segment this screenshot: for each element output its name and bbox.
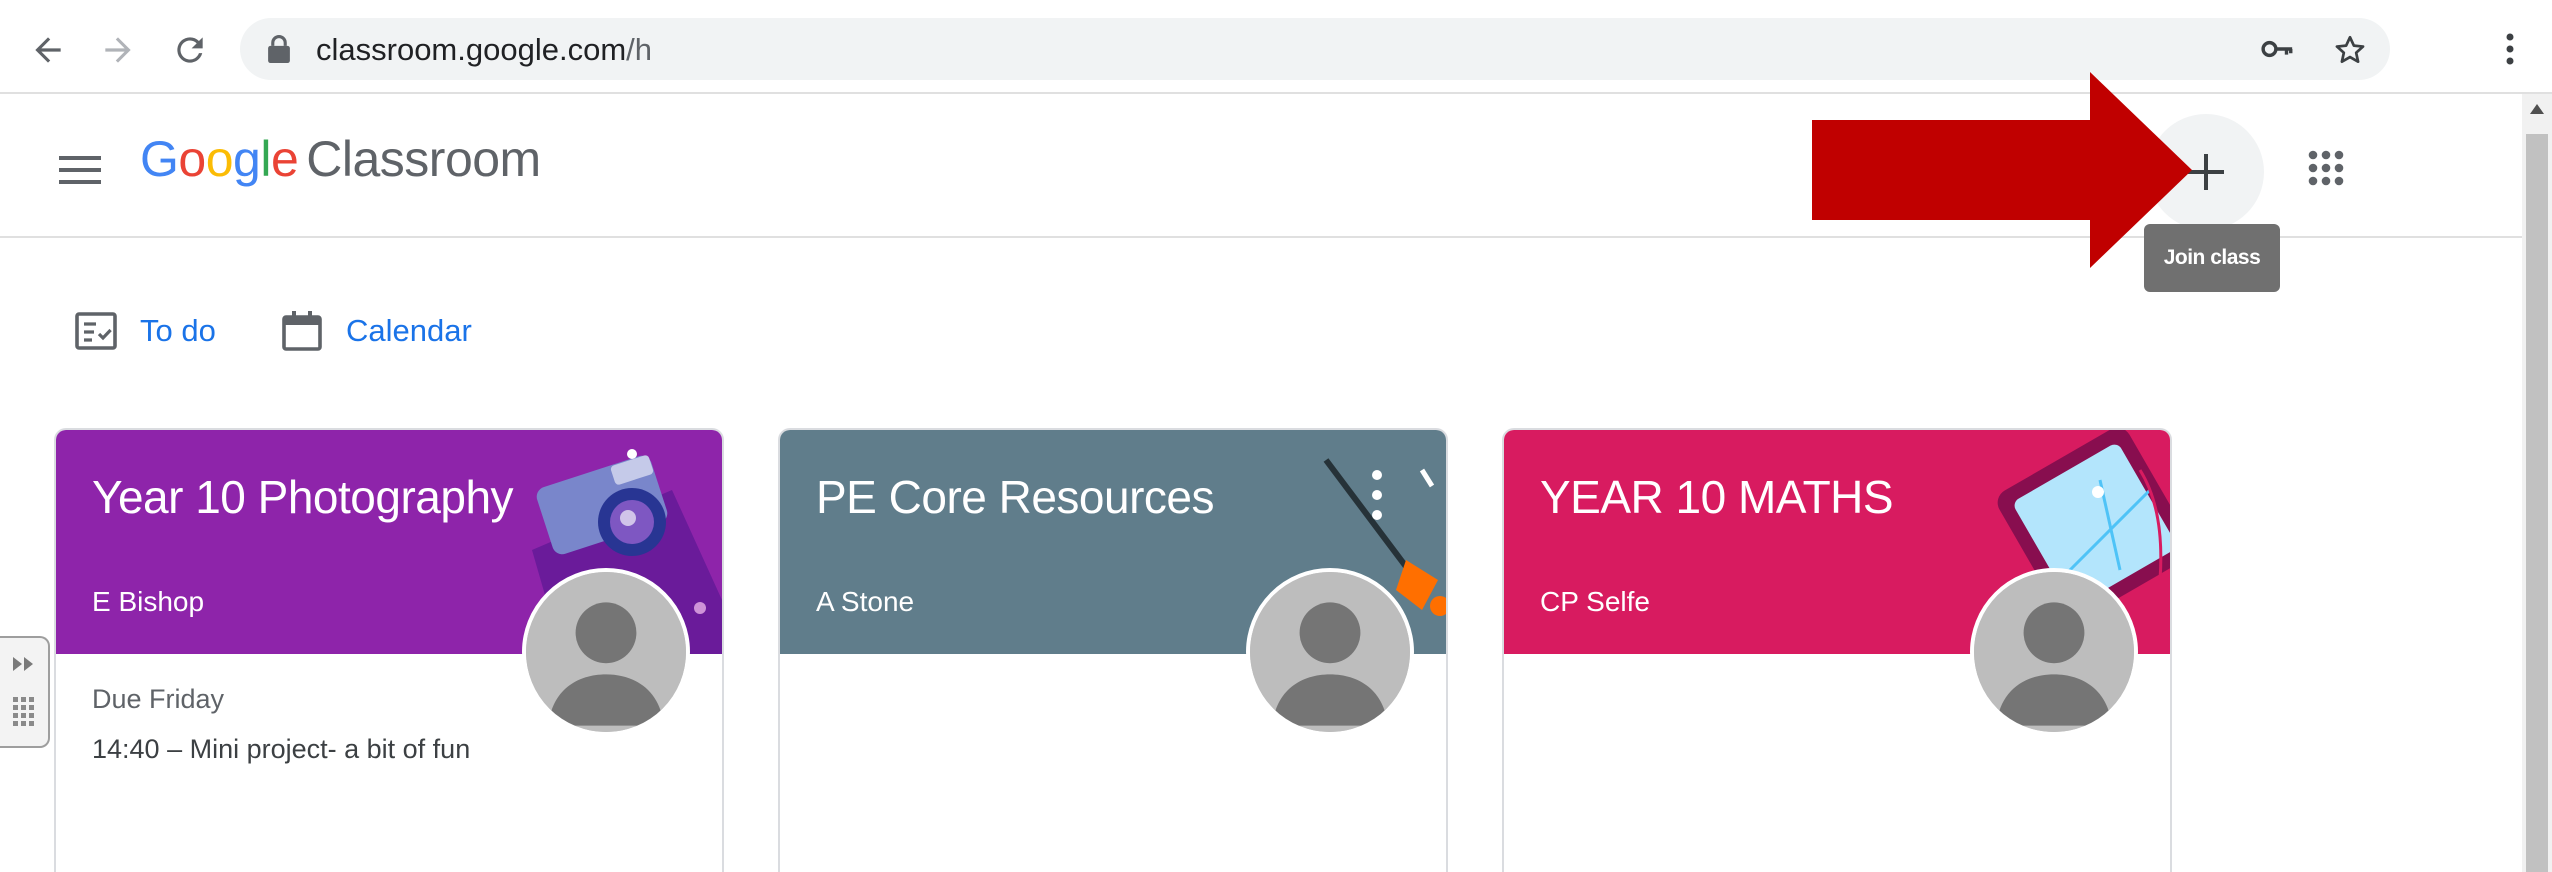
hamburger-menu-icon [59,156,101,184]
address-bar[interactable]: classroom.google.com/h [240,18,2390,80]
key-icon[interactable] [2261,34,2295,64]
dot [1372,470,1382,480]
class-title[interactable]: PE Core Resources [816,470,1215,524]
red-annotation-arrow-icon [1812,72,2192,268]
class-card-pe[interactable]: PE Core Resources A Stone [778,428,1448,872]
due-assignment-link[interactable]: 14:40 – Mini project- a bit of fun [92,734,470,765]
due-label: Due Friday [92,684,225,714]
class-teacher: CP Selfe [1540,586,1650,617]
calendar-link[interactable]: Calendar [278,300,472,362]
todo-list-icon [75,312,117,350]
fast-forward-icon [13,657,33,671]
person-icon [526,572,686,732]
calendar-icon [282,311,322,351]
scroll-up-arrow-icon[interactable] [2530,104,2544,114]
class-teacher: A Stone [816,586,915,617]
url-text: classroom.google.com/h [316,32,652,68]
page-scrollbar[interactable] [2522,94,2552,872]
person-icon [1250,572,1410,732]
forward-button[interactable] [88,20,148,80]
url-host: classroom.google.com [316,32,627,67]
todo-label: To do [140,313,216,348]
arrow-right-icon [105,37,131,63]
class-title[interactable]: YEAR 10 MATHS [1540,470,1894,524]
plus-icon [2188,154,2224,190]
reload-icon [177,37,203,63]
google-classroom-logo[interactable]: Google Classroom [140,130,541,188]
side-panel-toggle[interactable] [0,636,50,748]
class-teacher: E Bishop [92,586,205,617]
more-vertical-icon [2506,33,2514,65]
dot [1372,490,1382,500]
dot [1372,510,1382,520]
reload-button[interactable] [160,20,220,80]
google-apps-button[interactable] [2296,138,2356,198]
join-class-tooltip: Join class [2144,224,2280,292]
star-icon[interactable] [2332,32,2368,68]
browser-menu-button[interactable] [2490,24,2530,74]
logo-brand: Google [140,131,299,187]
scroll-thumb[interactable] [2526,134,2548,872]
teacher-avatar [1970,568,2138,736]
url-path: /h [626,32,652,67]
main-menu-button[interactable] [50,140,110,200]
todo-link[interactable]: To do [72,300,216,362]
card-options-button[interactable] [1362,470,1392,520]
teacher-avatar [522,568,690,736]
back-button[interactable] [18,20,78,80]
keypad-icon [13,697,34,726]
class-card-maths[interactable]: YEAR 10 MATHS CP Selfe [1502,428,2172,872]
class-title[interactable]: Year 10 Photography [92,470,514,524]
arrow-left-icon [35,37,61,63]
logo-product: Classroom [306,131,541,187]
lock-icon [268,35,290,63]
teacher-avatar [1246,568,1414,736]
apps-grid-icon [2308,150,2344,186]
class-card-photography[interactable]: Year 10 Photography E Bishop Due Friday … [54,428,724,872]
person-icon [1974,572,2134,732]
calendar-label: Calendar [346,313,472,348]
